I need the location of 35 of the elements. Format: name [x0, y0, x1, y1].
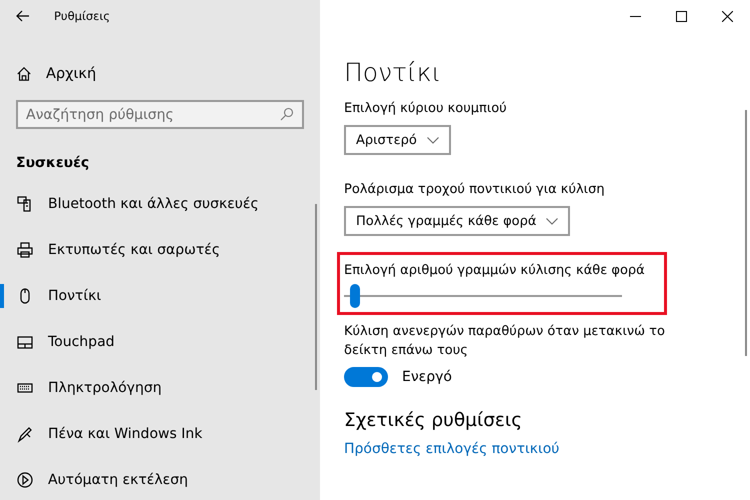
sidebar-item[interactable]: Touchpad	[0, 319, 304, 365]
dropdown[interactable]: Αριστερό	[344, 125, 451, 155]
section-heading: Συσκευές	[16, 155, 90, 171]
setting-label: Επιλογή κύριου κουμπιού	[344, 100, 507, 118]
search-field[interactable]: Αναζήτηση ρύθμισης	[16, 100, 304, 129]
page-title: Ποντίκι	[344, 58, 442, 87]
chevron-down-icon	[546, 218, 558, 224]
pen-icon	[16, 425, 34, 443]
setting-label: Ρολάρισμα τροχού ποντικιού για κύλιση	[344, 181, 605, 199]
window-title: Ρυθμίσεις	[54, 9, 110, 23]
sidebar-item[interactable]: Πληκτρολόγηση	[0, 365, 304, 411]
setting-label: Επιλογή αριθμού γραμμών κύλισης κάθε φορά	[344, 262, 645, 280]
chevron-down-icon	[426, 136, 439, 144]
setting-label: Κύλιση ανενεργών παραθύρων όταν μετακινώ το δείκτη επάνω τους	[344, 323, 666, 360]
slider-thumb[interactable]	[350, 284, 360, 308]
printer-icon	[16, 241, 34, 259]
close-icon	[722, 10, 732, 22]
search-icon[interactable]	[280, 107, 294, 121]
scrollbar[interactable]	[315, 204, 317, 390]
toggle-switch[interactable]	[344, 367, 388, 387]
sidebar-item[interactable]: Εκτυπωτές και σαρωτές	[0, 227, 304, 273]
sidebar-item[interactable]: Bluetooth και άλλες συσκευές	[0, 181, 304, 227]
play-icon	[16, 471, 34, 489]
sidebar-item[interactable]: Αυτόματη εκτέλεση	[0, 457, 304, 500]
toggle-state: Ενεργό	[402, 369, 452, 385]
section-heading: Σχετικές ρυθμίσεις	[344, 410, 522, 431]
sidebar-item[interactable]: Πένα και Windows Ink	[0, 411, 304, 457]
dropdown[interactable]: Πολλές γραμμές κάθε φορά	[344, 206, 570, 236]
home-icon	[16, 66, 32, 82]
sidebar-item[interactable]: Ποντίκι	[0, 273, 304, 319]
home-link[interactable]: Αρχική	[16, 66, 96, 82]
maximize-icon	[676, 10, 686, 22]
settings-link[interactable]: Πρόσθετες επιλογές ποντικιού	[344, 441, 560, 457]
back-arrow-icon[interactable]	[16, 10, 30, 22]
scrollbar[interactable]	[745, 110, 747, 356]
